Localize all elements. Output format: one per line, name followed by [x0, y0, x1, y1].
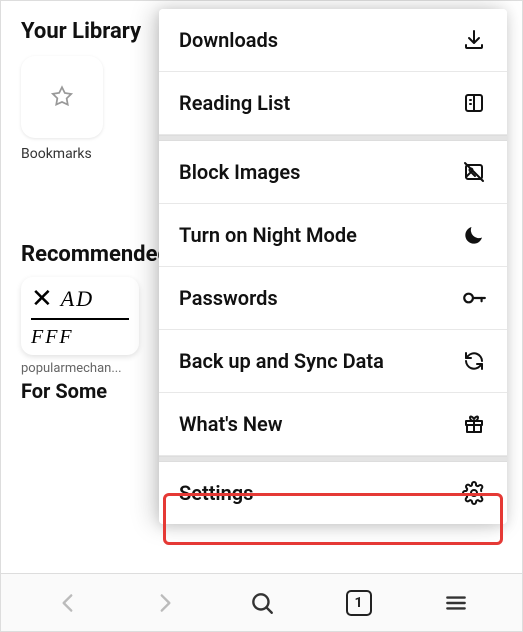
menu-item-reading-list[interactable]: Reading List: [159, 72, 507, 135]
menu-label: What's New: [179, 413, 283, 436]
menu-item-sync[interactable]: Back up and Sync Data: [159, 330, 507, 393]
sync-icon: [461, 348, 487, 374]
recommended-card[interactable]: ✕ AD FFF: [21, 277, 139, 355]
menu-item-whats-new[interactable]: What's New: [159, 393, 507, 456]
block-images-icon: [461, 159, 487, 185]
tab-count: 1: [346, 590, 372, 616]
menu-label: Block Images: [179, 161, 300, 184]
reading-list-icon: [461, 90, 487, 116]
key-icon: [461, 285, 487, 311]
forward-button[interactable]: [143, 581, 187, 625]
star-icon: [49, 84, 75, 110]
gear-icon: [461, 480, 487, 506]
menu-label: Reading List: [179, 92, 290, 115]
download-icon: [461, 27, 487, 53]
card-bottom-text: FFF: [31, 326, 129, 349]
menu-label: Downloads: [179, 29, 278, 52]
card-top-text: AD: [61, 286, 94, 312]
back-button[interactable]: [46, 581, 90, 625]
menu-label: Turn on Night Mode: [179, 224, 357, 247]
bookmarks-tile[interactable]: [21, 56, 103, 138]
tabs-button[interactable]: 1: [337, 581, 381, 625]
browser-menu: Downloads Reading List Block Images Turn…: [159, 9, 507, 524]
menu-button[interactable]: [434, 581, 478, 625]
bottom-toolbar: 1: [1, 573, 522, 631]
menu-item-downloads[interactable]: Downloads: [159, 9, 507, 72]
menu-item-block-images[interactable]: Block Images: [159, 141, 507, 204]
menu-item-night-mode[interactable]: Turn on Night Mode: [159, 204, 507, 267]
menu-item-settings[interactable]: Settings: [159, 462, 507, 524]
night-mode-icon: [461, 222, 487, 248]
menu-label: Settings: [179, 482, 253, 505]
menu-item-passwords[interactable]: Passwords: [159, 267, 507, 330]
menu-label: Passwords: [179, 287, 278, 310]
close-icon[interactable]: ✕: [31, 283, 55, 314]
gift-icon: [461, 411, 487, 437]
search-button[interactable]: [240, 581, 284, 625]
menu-label: Back up and Sync Data: [179, 350, 384, 373]
